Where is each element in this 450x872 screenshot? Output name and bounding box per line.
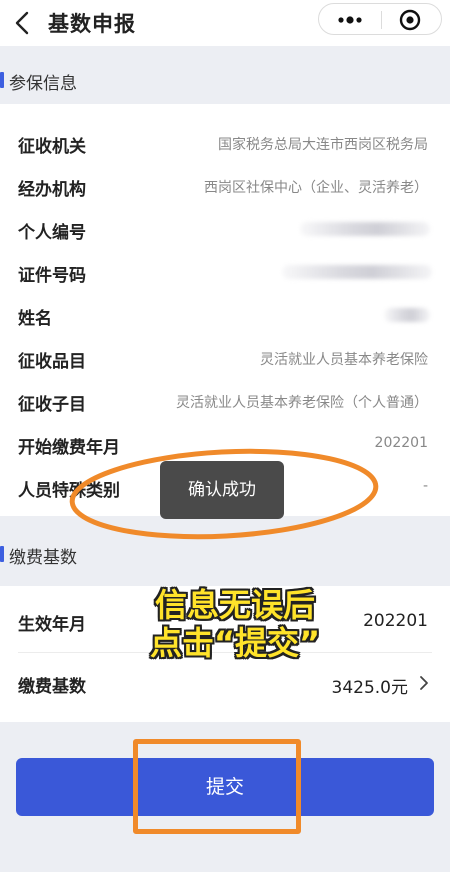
info-row: 征收品目 灵活就业人员基本养老保险 xyxy=(0,337,450,379)
row-value: 国家税务总局大连市西岗区税务局 xyxy=(218,137,428,153)
annotation-line-1: 信息无误后 xyxy=(154,586,315,624)
page-title: 基数申报 xyxy=(48,12,136,36)
highlight-box xyxy=(133,739,301,834)
redacted-value xyxy=(384,308,430,322)
info-row: 证件号码 xyxy=(0,251,450,293)
info-row: 个人编号 xyxy=(0,208,450,250)
chevron-left-icon[interactable] xyxy=(12,10,34,36)
row-label: 缴费基数 xyxy=(18,677,86,697)
info-row: 姓名 xyxy=(0,294,450,336)
row-value: 灵活就业人员基本养老保险 xyxy=(260,352,428,368)
row-value: 西岗区社保中心（企业、灵活养老） xyxy=(204,180,428,196)
row-label: 经办机构 xyxy=(18,180,86,200)
highlight-ellipse xyxy=(69,448,379,540)
target-icon[interactable] xyxy=(399,9,421,31)
section-title: 缴费基数 xyxy=(9,548,77,568)
info-row: 征收机关 国家税务总局大连市西岗区税务局 xyxy=(0,122,450,164)
info-row: 征收子目 灵活就业人员基本养老保险（个人普通） xyxy=(0,380,450,422)
row-value: 3425.0元 xyxy=(331,678,408,698)
mini-program-capsule xyxy=(318,3,442,35)
row-label: 个人编号 xyxy=(18,223,86,243)
row-value: - xyxy=(422,478,428,494)
info-row: 经办机构 西岗区社保中心（企业、灵活养老） xyxy=(0,165,450,207)
row-label: 生效年月 xyxy=(18,615,86,635)
header-bar: 基数申报 xyxy=(0,0,450,46)
payment-base-row[interactable]: 缴费基数 3425.0元 xyxy=(0,654,450,714)
row-label: 姓名 xyxy=(18,309,52,329)
section-accent-bar xyxy=(0,72,4,88)
more-icon[interactable] xyxy=(337,12,363,28)
section-title: 参保信息 xyxy=(9,74,77,94)
row-value: 灵活就业人员基本养老保险（个人普通） xyxy=(176,395,428,411)
row-value: 202201 xyxy=(374,435,428,451)
row-label: 征收机关 xyxy=(18,137,86,157)
redacted-value xyxy=(282,265,432,279)
section-accent-bar xyxy=(0,546,4,562)
chevron-right-icon xyxy=(420,676,428,690)
section-header-insurance: 参保信息 xyxy=(0,58,450,102)
row-label: 征收品目 xyxy=(18,352,86,372)
row-label: 征收子目 xyxy=(18,395,86,415)
row-label: 证件号码 xyxy=(18,266,86,286)
row-value: 202201 xyxy=(363,611,428,631)
redacted-value xyxy=(300,222,430,236)
capsule-divider xyxy=(381,11,382,29)
annotation-line-2: 点击“提交” xyxy=(149,624,321,662)
